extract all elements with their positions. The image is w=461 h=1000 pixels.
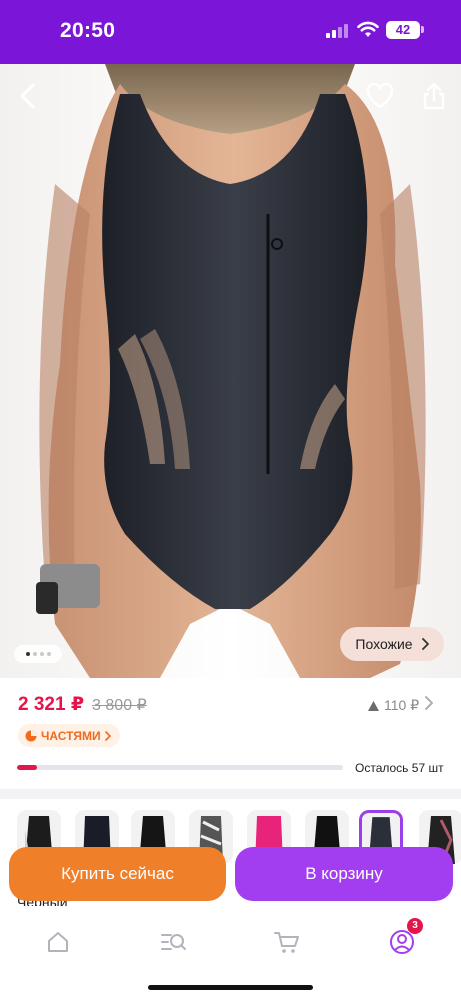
- battery-cap: [421, 26, 424, 33]
- price-delta[interactable]: 110 ₽: [368, 697, 419, 714]
- current-price: 2 321 ₽: [18, 694, 85, 715]
- battery-icon: 42: [386, 21, 420, 39]
- tab-catalog[interactable]: [155, 924, 191, 960]
- installments-badge[interactable]: ЧАСТЯМИ: [18, 724, 120, 747]
- installments-label: ЧАСТЯМИ: [41, 728, 101, 743]
- back-arrow-icon: [20, 83, 35, 109]
- gallery-dot: [25, 652, 30, 656]
- buy-now-button[interactable]: Купить сейчас: [9, 847, 226, 901]
- similar-button[interactable]: Похожие: [340, 627, 444, 661]
- old-price: 3 800 ₽: [92, 697, 147, 714]
- price-row: 2 321 ₽ 3 800 ₽: [18, 693, 147, 716]
- favorite-button[interactable]: [360, 76, 400, 116]
- wifi-icon: [357, 21, 379, 37]
- gallery-dot: [39, 652, 44, 656]
- chevron-right-icon: [104, 730, 111, 741]
- stock-progress-bar: [17, 765, 343, 770]
- home-icon: [48, 932, 68, 952]
- stock-remaining: Осталось 57 шт: [355, 761, 444, 775]
- add-to-cart-button[interactable]: В корзину: [235, 847, 453, 901]
- status-bar: 20:50 42: [0, 0, 461, 64]
- back-button[interactable]: [8, 76, 48, 116]
- pie-chart-icon: [25, 730, 37, 741]
- stock-progress-fill: [17, 765, 37, 770]
- gallery-pagination: [14, 645, 62, 663]
- cart-icon: [274, 932, 299, 953]
- catalog-search-icon: [161, 934, 186, 950]
- gallery-dot: [46, 652, 51, 656]
- heart-icon: [366, 83, 394, 109]
- tab-cart[interactable]: [269, 924, 305, 960]
- gallery-dot: [32, 652, 37, 656]
- triangle-up-icon: [368, 700, 379, 711]
- share-button[interactable]: [414, 76, 454, 116]
- home-indicator[interactable]: [148, 985, 313, 990]
- tab-home[interactable]: [40, 924, 76, 960]
- status-time: 20:50: [60, 19, 116, 42]
- similar-label: Похожие: [355, 636, 413, 652]
- signal-icon: [326, 24, 350, 38]
- section-divider: [0, 789, 461, 799]
- chevron-right-icon: [421, 638, 429, 650]
- chevron-right-icon[interactable]: [424, 695, 434, 711]
- profile-badge: 3: [407, 918, 423, 934]
- share-icon: [423, 82, 445, 110]
- product-photo[interactable]: [0, 64, 461, 678]
- price-delta-value: 110 ₽: [384, 697, 420, 713]
